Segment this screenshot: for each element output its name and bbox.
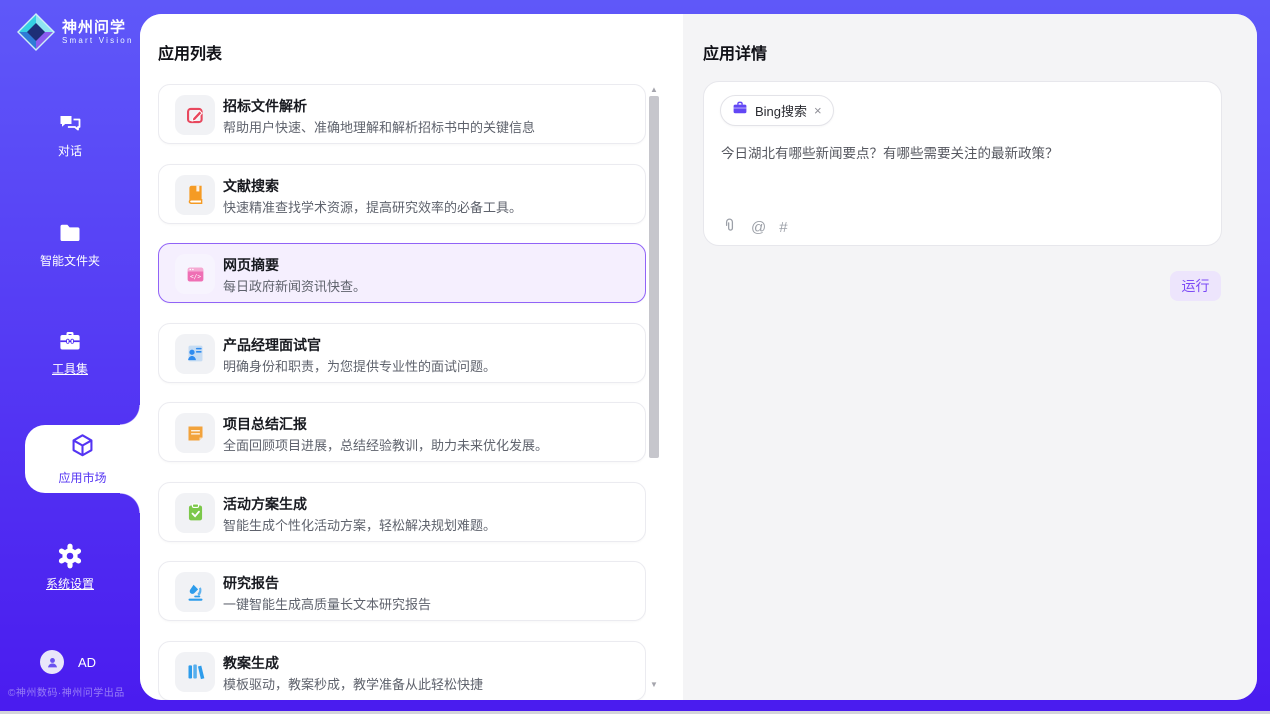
app-card[interactable]: 产品经理面试官 明确身份和职责，为您提供专业性的面试问题。 [158, 323, 646, 383]
app-card-title: 教案生成 [223, 653, 279, 673]
paperclip-icon[interactable] [721, 217, 738, 239]
app-card-title: 产品经理面试官 [223, 335, 321, 355]
composer-toolbar: @# [721, 217, 788, 239]
briefcase-icon [732, 100, 748, 121]
logo-title: 神州问学 [62, 19, 134, 36]
app-card-title: 活动方案生成 [223, 494, 307, 514]
sidebar-item-chat[interactable]: 对话 [0, 110, 140, 159]
user-initials: AD [78, 655, 96, 670]
sidebar-item-settings[interactable]: 系统设置 [0, 543, 140, 592]
sidebar-item-label: 智能文件夹 [40, 252, 100, 269]
app-card-description: 一键智能生成高质量长文本研究报告 [223, 594, 633, 613]
memo-icon [175, 413, 215, 453]
app-card[interactable]: </> 网页摘要 每日政府新闻资讯快查。 [158, 243, 646, 303]
user-account[interactable]: AD [40, 650, 96, 674]
app-detail-title: 应用详情 [703, 40, 767, 64]
app-card-title: 招标文件解析 [223, 96, 307, 116]
content-panel: 应用列表 招标文件解析 帮助用户快速、准确地理解和解析招标书中的关键信息 文献搜… [140, 14, 1257, 700]
sidebar-item-label: 工具集 [52, 360, 88, 377]
web-code-icon: </> [175, 254, 215, 294]
scroll-up-icon[interactable]: ▲ [648, 84, 660, 95]
scrollbar-thumb[interactable] [649, 96, 659, 458]
chat-icon [57, 110, 83, 136]
app-card[interactable]: 教案生成 模板驱动，教案秒成，教学准备从此轻松快捷 [158, 641, 646, 701]
app-list-scrollbar[interactable]: ▲ ▼ [648, 84, 660, 690]
app-card-description: 明确身份和职责，为您提供专业性的面试问题。 [223, 356, 633, 375]
sidebar-item-label: 系统设置 [46, 575, 94, 592]
cube-icon [69, 432, 96, 464]
books-icon [175, 652, 215, 692]
app-list-title: 应用列表 [158, 40, 222, 64]
sidebar-item-label: 应用市场 [58, 469, 106, 486]
sidebar-item-smart-folders[interactable]: 智能文件夹 [0, 220, 140, 269]
book-icon [175, 175, 215, 215]
app-card-title: 研究报告 [223, 573, 279, 593]
app-card-description: 全面回顾项目进展，总结经验教训，助力未来优化发展。 [223, 435, 633, 454]
app-card-title: 网页摘要 [223, 255, 279, 275]
sidebar: 神州问学 Smart Vision 对话 智能文件夹 工具集 应用市场 系统设置… [0, 0, 140, 714]
app-card[interactable]: 活动方案生成 智能生成个性化活动方案，轻松解决规划难题。 [158, 482, 646, 542]
app-card-description: 模板驱动，教案秒成，教学准备从此轻松快捷 [223, 674, 633, 693]
app-card[interactable]: 招标文件解析 帮助用户快速、准确地理解和解析招标书中的关键信息 [158, 84, 646, 144]
gear-icon [57, 543, 83, 569]
toolbox-icon [57, 328, 83, 354]
scroll-down-icon[interactable]: ▼ [648, 679, 660, 690]
sidebar-item-label: 对话 [58, 142, 82, 159]
folder-icon [57, 220, 83, 246]
logo-subtitle: Smart Vision [62, 36, 134, 46]
app-card-description: 每日政府新闻资讯快查。 [223, 276, 633, 295]
microscope-icon [175, 572, 215, 612]
tool-chip-bing-search[interactable]: Bing搜索 × [720, 95, 834, 126]
gem-logo-icon [16, 12, 56, 52]
edit-note-icon [175, 95, 215, 135]
app-card[interactable]: 研究报告 一键智能生成高质量长文本研究报告 [158, 561, 646, 621]
app-card[interactable]: 文献搜索 快速精准查找学术资源，提高研究效率的必备工具。 [158, 164, 646, 224]
app-detail-pane: 应用详情 Bing搜索 × 今日湖北有哪些新闻要点？有哪些需要关注的最新政策？ … [683, 14, 1257, 700]
sidebar-item-toolset[interactable]: 工具集 [0, 328, 140, 377]
composer-card: Bing搜索 × 今日湖北有哪些新闻要点？有哪些需要关注的最新政策？ @# [703, 81, 1222, 246]
app-card-title: 文献搜索 [223, 176, 279, 196]
at-icon[interactable]: @ [751, 219, 766, 237]
tool-chip-label: Bing搜索 [755, 101, 807, 120]
interviewer-icon [175, 334, 215, 374]
app-card-description: 帮助用户快速、准确地理解和解析招标书中的关键信息 [223, 117, 633, 136]
app-card[interactable]: 项目总结汇报 全面回顾项目进展，总结经验教训，助力未来优化发展。 [158, 402, 646, 462]
avatar [40, 650, 64, 674]
clipboard-check-icon [175, 493, 215, 533]
hash-icon[interactable]: # [779, 219, 787, 237]
app-card-list: 招标文件解析 帮助用户快速、准确地理解和解析招标书中的关键信息 文献搜索 快速精… [158, 84, 646, 700]
query-input[interactable]: 今日湖北有哪些新闻要点？有哪些需要关注的最新政策？ [721, 144, 1205, 164]
app-card-description: 智能生成个性化活动方案，轻松解决规划难题。 [223, 515, 633, 534]
app-list-pane: 应用列表 招标文件解析 帮助用户快速、准确地理解和解析招标书中的关键信息 文献搜… [140, 14, 683, 700]
app-card-description: 快速精准查找学术资源，提高研究效率的必备工具。 [223, 197, 633, 216]
svg-text:</>: </> [189, 273, 200, 280]
app-logo: 神州问学 Smart Vision [16, 12, 134, 52]
app-card-title: 项目总结汇报 [223, 414, 307, 434]
sidebar-item-app-market[interactable]: 应用市场 [25, 425, 140, 493]
run-button[interactable]: 运行 [1170, 271, 1221, 301]
copyright-footer: ©神州数码·神州问学出品 [8, 684, 140, 699]
chip-close-icon[interactable]: × [814, 104, 822, 117]
